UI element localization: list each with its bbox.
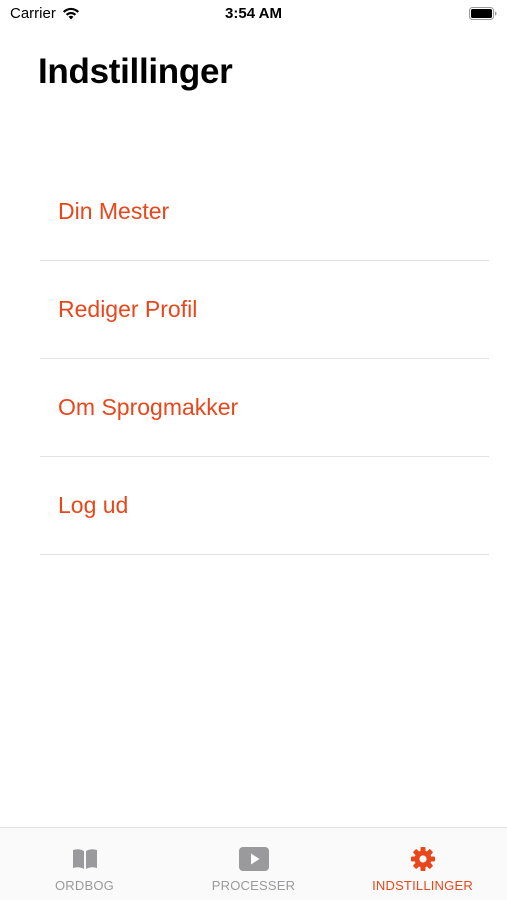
battery-icon (469, 7, 497, 20)
tab-bar: ORDBOG PROCESSER INDSTILLINGER (0, 827, 507, 900)
tab-processer[interactable]: PROCESSER (169, 828, 338, 900)
settings-item-log-ud[interactable]: Log ud (40, 457, 489, 555)
page-title: Indstillinger (38, 52, 233, 91)
tab-indstillinger[interactable]: INDSTILLINGER (338, 828, 507, 900)
settings-item-label: Rediger Profil (58, 296, 198, 322)
gear-icon (410, 847, 435, 871)
status-bar: Carrier 3:54 AM (0, 0, 507, 28)
play-icon (238, 847, 269, 871)
settings-list: Din Mester Rediger Profil Om Sprogmakker… (40, 163, 489, 555)
settings-screen: Carrier 3:54 AM Indstillinger Din Mester… (0, 0, 507, 900)
status-time: 3:54 AM (225, 5, 282, 22)
settings-item-label: Log ud (58, 492, 129, 518)
tab-ordbog[interactable]: ORDBOG (0, 828, 169, 900)
settings-item-label: Om Sprogmakker (58, 394, 239, 420)
tab-label: PROCESSER (211, 878, 296, 893)
book-icon (72, 849, 97, 869)
settings-item-rediger-profil[interactable]: Rediger Profil (40, 261, 489, 359)
tab-label: ORDBOG (55, 878, 114, 893)
settings-item-din-mester[interactable]: Din Mester (40, 163, 489, 261)
tab-label: INDSTILLINGER (372, 878, 473, 893)
settings-item-om-sprogmakker[interactable]: Om Sprogmakker (40, 359, 489, 457)
settings-item-label: Din Mester (58, 198, 170, 224)
